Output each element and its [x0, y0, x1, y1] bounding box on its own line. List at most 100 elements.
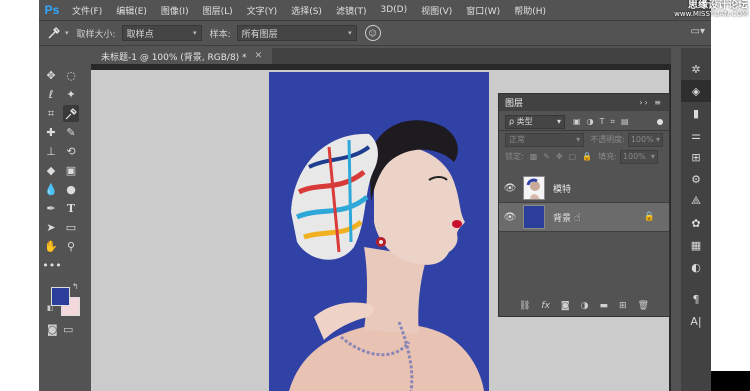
layer-thumbnail — [523, 205, 545, 229]
new-group-icon[interactable]: ▬ — [600, 301, 609, 311]
panel-icon-strip: ✲ ◈ ▮ ⚌ ⊞ ⚙ ⟁ ✿ ▦ ◐ ¶ A| — [681, 48, 711, 391]
styles-panel-icon[interactable]: ◐ — [681, 256, 711, 278]
lock-pixels-icon[interactable]: ✎ — [543, 152, 550, 161]
gradient-tool-icon[interactable]: ▣ — [63, 162, 79, 179]
more-tools-icon[interactable]: ••• — [42, 257, 61, 274]
sample-value: 所有图层 — [241, 29, 278, 40]
adjustment-layer-icon[interactable]: ◑ — [581, 301, 589, 311]
eye-icon[interactable]: 👁 — [499, 212, 521, 223]
magic-wand-icon[interactable]: ✦ — [63, 86, 79, 103]
options-bar: ▾ 取样大小: 取样点 ▾ 样本: 所有图层 ▾ ☺ ▭▾ — [39, 20, 711, 46]
brush-panel-icon[interactable]: ⊞ — [681, 146, 711, 168]
type-tool-icon[interactable]: T — [63, 200, 79, 217]
blur-tool-icon[interactable]: 💧 — [43, 181, 59, 198]
filter-kind-value: ρ 类型 — [509, 117, 533, 126]
fill-field[interactable]: 100% ▾ — [619, 149, 658, 164]
menu-type[interactable]: 文字(Y) — [240, 4, 285, 17]
screen-mode-icon[interactable]: ▭ — [63, 323, 73, 336]
menu-select[interactable]: 选择(S) — [284, 4, 329, 17]
paragraph-panel-icon[interactable]: ¶ — [681, 288, 711, 310]
marquee-tool-icon[interactable]: ◌ — [63, 67, 79, 84]
filter-smart-object-icon[interactable]: ▤ — [621, 117, 629, 127]
filter-type-icon[interactable]: T — [600, 117, 605, 127]
watermark: 思缘设计论坛 www.MISSYUAN.COM — [618, 1, 748, 19]
eraser-tool-icon[interactable]: ◆ — [43, 162, 59, 179]
filter-adjustment-icon[interactable]: ◑ — [587, 117, 594, 127]
pen-tool-icon[interactable]: ✒ — [43, 200, 59, 217]
link-layers-icon[interactable]: ⛓ — [519, 301, 530, 311]
adjustments-panel-icon[interactable]: ▮ — [681, 102, 711, 124]
rectangle-tool-icon[interactable]: ▭ — [63, 219, 79, 236]
canvas-photo[interactable] — [269, 72, 489, 391]
sample-select[interactable]: 所有图层 ▾ — [236, 25, 357, 41]
layers-panel: 图层 ›› ≡ ρ 类型 ▾ ▣ ◑ T ⌗ ▤ 正常 ▾ 不透明度: 100%… — [498, 93, 670, 317]
default-colors-icon[interactable]: ◧ — [47, 304, 54, 312]
layer-list: 👁 模特 👁 背景 🔒 ☝ — [499, 168, 669, 288]
workspace-icon[interactable]: ▭▾ — [691, 26, 705, 37]
layer-row[interactable]: 👁 模特 — [499, 174, 669, 203]
opacity-field[interactable]: 100% ▾ — [627, 132, 663, 147]
hand-tool-icon[interactable]: ✋ — [43, 238, 59, 255]
lock-position-icon[interactable]: ✥ — [556, 152, 563, 161]
menu-filter[interactable]: 滤镜(T) — [329, 4, 374, 17]
swap-colors-icon[interactable]: ↰ — [72, 282, 79, 291]
show-sampling-ring-icon[interactable]: ☺ — [364, 25, 381, 41]
photoshop-window: Ps 文件(F) 编辑(E) 图像(I) 图层(L) 文字(Y) 选择(S) 滤… — [39, 0, 711, 391]
move-tool-icon[interactable]: ✥ — [43, 67, 59, 84]
swatches-panel-icon[interactable]: ✿ — [681, 212, 711, 234]
lock-artboard-icon[interactable]: ▢ — [569, 152, 577, 161]
sample-size-select[interactable]: 取样点 ▾ — [121, 25, 202, 41]
properties-panel-icon[interactable]: ⚌ — [681, 124, 711, 146]
clone-stamp-icon[interactable]: ⊥ — [43, 143, 59, 160]
paths-panel-icon[interactable]: ⟁ — [681, 190, 711, 212]
layer-row-selected[interactable]: 👁 背景 🔒 ☝ — [499, 203, 669, 232]
path-selection-icon[interactable]: ➤ — [43, 219, 59, 236]
character-panel-icon[interactable]: A| — [681, 310, 711, 332]
filter-kind-select[interactable]: ρ 类型 ▾ — [505, 114, 565, 129]
eye-icon[interactable]: 👁 — [499, 183, 521, 194]
zoom-tool-icon[interactable]: ⚲ — [63, 238, 79, 255]
grid-panel-icon[interactable]: ▦ — [681, 234, 711, 256]
brush-tool-icon[interactable]: ✎ — [63, 124, 79, 141]
document-tab[interactable]: 未标题-1 @ 100% (背景, RGB/8) * ✕ — [91, 48, 273, 64]
dodge-tool-icon[interactable]: ● — [63, 181, 79, 198]
layer-name[interactable]: 模特 — [553, 182, 571, 195]
menu-window[interactable]: 窗口(W) — [459, 4, 507, 17]
fx-icon[interactable]: fx — [541, 301, 550, 311]
document-tab-title: 未标题-1 @ 100% (背景, RGB/8) * — [101, 52, 247, 63]
menu-edit[interactable]: 编辑(E) — [109, 4, 154, 17]
lock-transparency-icon[interactable]: ▩ — [530, 152, 538, 161]
new-layer-icon[interactable]: ⊞ — [619, 301, 627, 311]
eyedropper-tool-icon[interactable] — [63, 105, 79, 122]
blend-mode-select[interactable]: 正常 ▾ — [505, 132, 585, 147]
black-corner — [711, 371, 750, 391]
delete-layer-icon[interactable]: 🗑 — [638, 301, 649, 311]
menu-image[interactable]: 图像(I) — [154, 4, 196, 17]
layer-name[interactable]: 背景 — [553, 211, 571, 224]
menu-layer[interactable]: 图层(L) — [196, 4, 240, 17]
menu-view[interactable]: 视图(V) — [414, 4, 459, 17]
panel-menu-icon[interactable]: ›› ≡ — [639, 98, 663, 107]
menu-3d[interactable]: 3D(D) — [373, 5, 414, 15]
menu-file[interactable]: 文件(F) — [65, 4, 109, 17]
filter-toggle[interactable] — [657, 118, 663, 125]
clone-source-icon[interactable]: ⚙ — [681, 168, 711, 190]
filter-shape-icon[interactable]: ⌗ — [610, 117, 615, 127]
close-icon[interactable]: ✕ — [255, 51, 263, 61]
blend-row: 正常 ▾ 不透明度: 100% ▾ — [499, 131, 669, 148]
history-brush-icon[interactable]: ⟲ — [63, 143, 79, 160]
filter-pixel-icon[interactable]: ▣ — [573, 117, 581, 127]
healing-brush-icon[interactable]: ✚ — [43, 124, 59, 141]
lock-all-icon[interactable]: 🔒 — [582, 152, 592, 161]
preset-chevron-icon[interactable]: ▾ — [65, 29, 69, 37]
layers-panel-icon[interactable]: ◈ — [681, 80, 711, 102]
crop-tool-icon[interactable]: ⌗ — [43, 105, 59, 122]
color-panel-icon[interactable]: ✲ — [681, 58, 711, 80]
add-mask-icon[interactable]: ◙ — [561, 301, 570, 311]
lasso-tool-icon[interactable]: ℓ — [43, 86, 59, 103]
sample-label: 样本: — [209, 29, 231, 40]
quick-mask-icon[interactable]: ◙ — [47, 323, 58, 336]
menu-help[interactable]: 帮助(H) — [507, 4, 553, 17]
lock-icon[interactable]: 🔒 — [644, 212, 655, 222]
foreground-color-swatch-top[interactable] — [51, 287, 70, 306]
